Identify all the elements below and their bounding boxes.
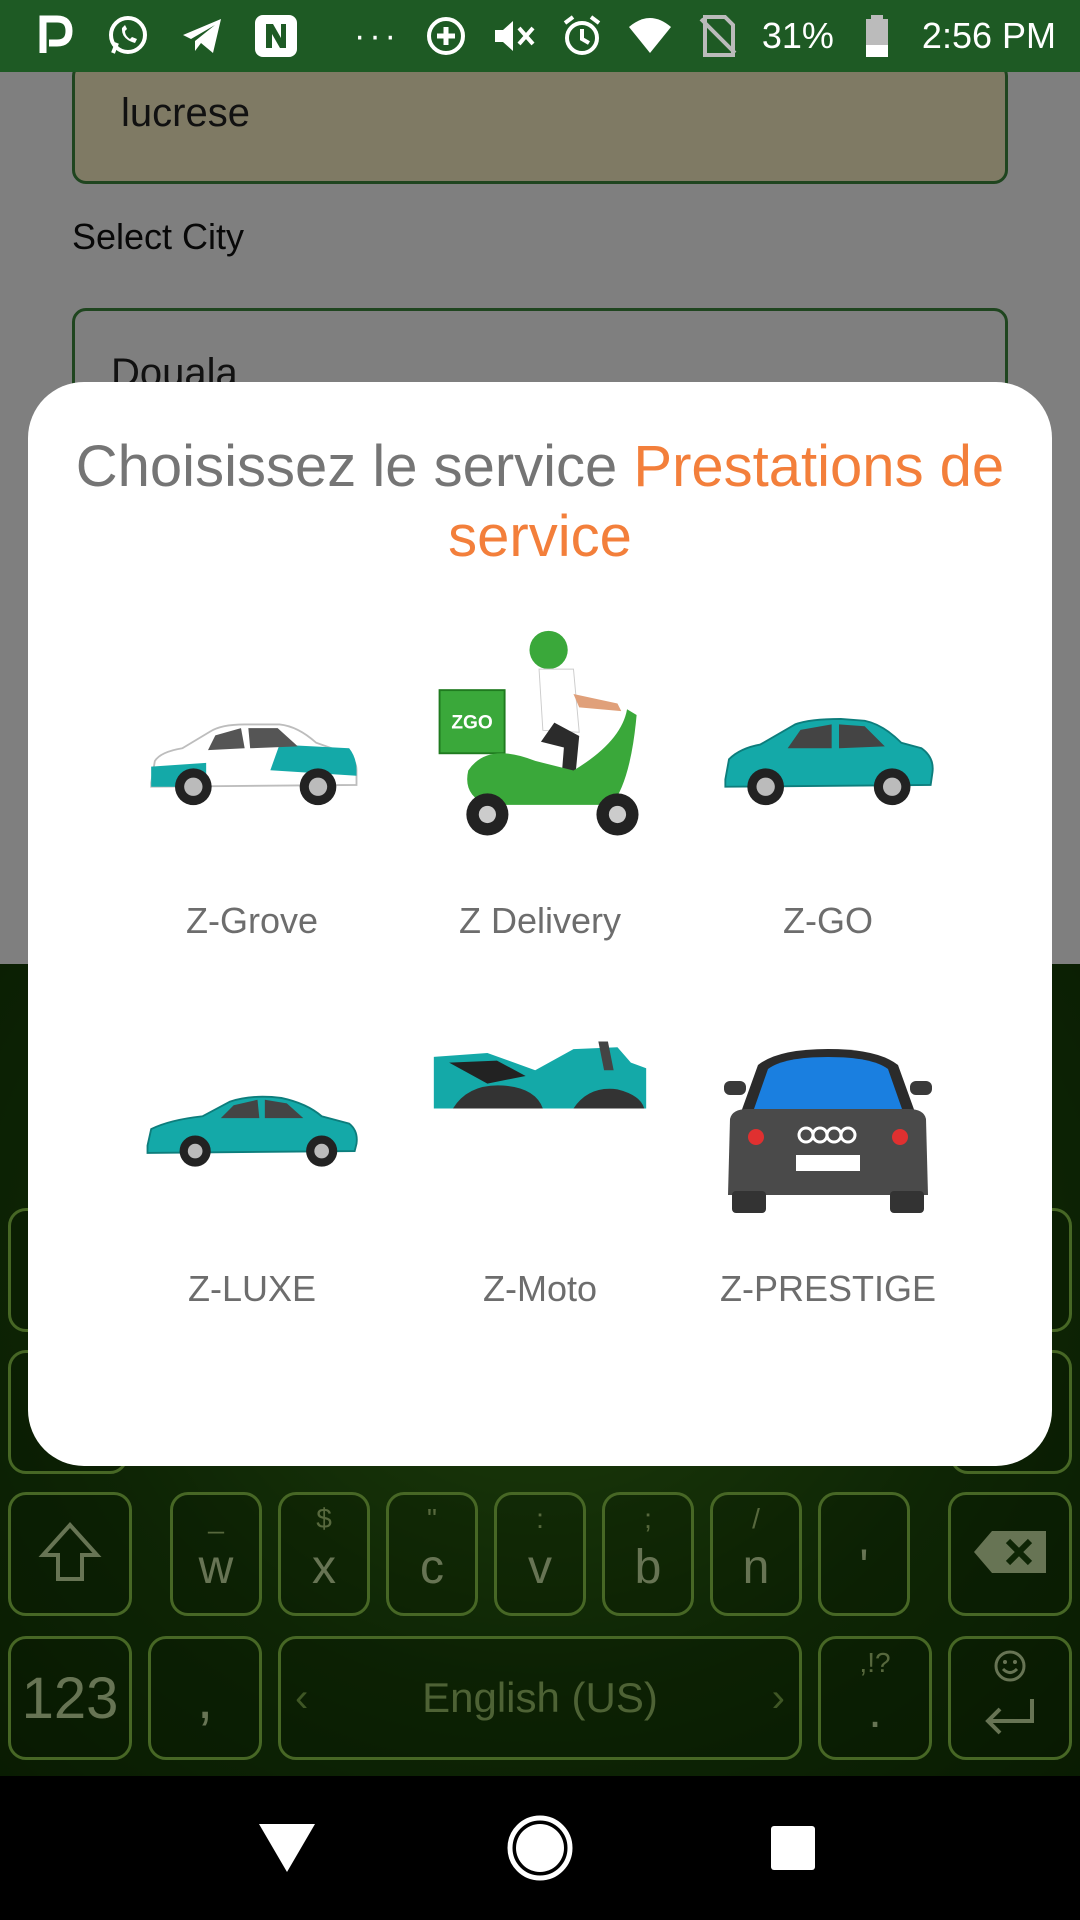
svg-text:ZGO: ZGO: [451, 712, 493, 733]
alarm-icon: [558, 12, 606, 60]
luxury-car-front-icon: [718, 1020, 938, 1240]
recents-button[interactable]: [748, 1803, 838, 1893]
teal-sedan-icon: [142, 1020, 362, 1240]
white-teal-hatchback-icon: [142, 652, 362, 872]
navigation-bar: [0, 1776, 1080, 1920]
screen: lucrese Select City Douala _w $x "c :v ;…: [0, 0, 1080, 1920]
battery-percent: 31%: [761, 15, 834, 56]
n-icon: [252, 12, 300, 60]
add-circle-icon: [422, 12, 470, 60]
battery-icon: [854, 12, 902, 60]
whatsapp-icon: [104, 12, 152, 60]
service-z-luxe[interactable]: Z-LUXE: [108, 1020, 396, 1350]
delivery-scooter-icon: ZGO: [430, 602, 650, 872]
home-circle-icon: [507, 1815, 573, 1881]
back-triangle-icon: [258, 1824, 315, 1872]
motorcycle-icon: [430, 1040, 650, 1260]
service-z-go[interactable]: Z-GO: [684, 652, 972, 982]
p-icon: [30, 12, 78, 60]
service-z-delivery[interactable]: ZGO Z Delivery: [396, 630, 684, 982]
service-label: Z-LUXE: [187, 1268, 317, 1309]
no-sim-icon: [694, 12, 742, 60]
service-label: Z-PRESTIGE: [719, 1268, 937, 1309]
service-dialog: Choisissez le service Prestations de ser…: [28, 382, 1052, 1466]
home-button[interactable]: [495, 1803, 585, 1893]
back-button[interactable]: [242, 1803, 332, 1893]
service-z-grove[interactable]: Z-Grove: [108, 652, 396, 982]
service-label: Z-GO: [783, 900, 873, 941]
recents-square-icon: [771, 1826, 816, 1870]
mute-icon: [490, 12, 538, 60]
teal-compact-car-icon: [718, 652, 938, 872]
service-label: Z Delivery: [458, 900, 622, 941]
service-label: Z-Moto: [482, 1268, 597, 1309]
dialog-title: Choisissez le service Prestations de ser…: [68, 432, 1012, 572]
status-bar: ··· 31% 2:56 PM: [0, 0, 1080, 72]
dialog-title-text: Choisissez le service: [75, 434, 634, 499]
telegram-icon: [178, 12, 226, 60]
more-notifications-icon: ···: [354, 16, 400, 55]
system-status: 31% 2:56 PM: [422, 12, 1056, 60]
notification-icons: ···: [30, 12, 400, 60]
clock: 2:56 PM: [921, 15, 1056, 56]
service-z-moto[interactable]: Z-Moto: [396, 1020, 684, 1350]
service-label: Z-Grove: [185, 900, 318, 941]
service-z-prestige[interactable]: Z-PRESTIGE: [684, 1020, 972, 1350]
wifi-icon: [626, 12, 674, 60]
